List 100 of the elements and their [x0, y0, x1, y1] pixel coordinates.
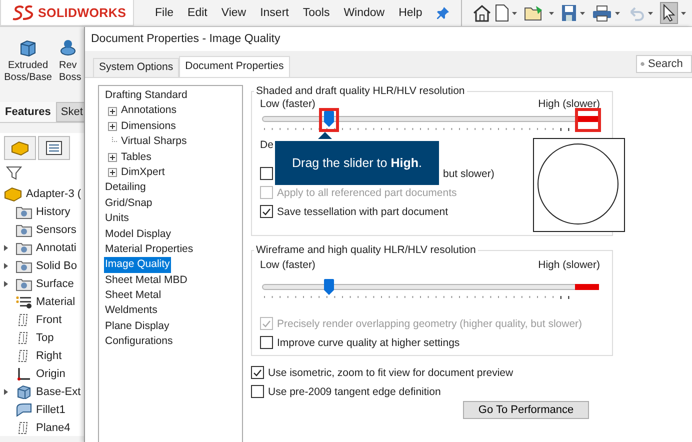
pin-icon[interactable]: [437, 7, 450, 19]
tree-item[interactable]: Front: [36, 314, 62, 326]
caret-icon[interactable]: [648, 12, 654, 14]
material-icon: [16, 295, 32, 309]
new-document-icon[interactable]: [495, 4, 510, 22]
tree-item[interactable]: Origin: [36, 368, 66, 380]
checkbox-label: but slower): [443, 168, 494, 180]
slider-max-label: High (slower): [538, 259, 600, 271]
caret-icon[interactable]: [512, 12, 518, 14]
tree-item[interactable]: Sensors: [36, 224, 76, 236]
list-icon: [46, 141, 62, 155]
menu-item[interactable]: Window: [336, 7, 392, 19]
expand-arrow-icon[interactable]: [4, 263, 8, 269]
folder-icon: [16, 223, 32, 237]
category-item[interactable]: Image Quality: [104, 257, 171, 273]
checkbox[interactable]: [251, 385, 264, 398]
tree-item[interactable]: Solid Bo: [36, 260, 77, 272]
category-item[interactable]: Sheet Metal MBD: [104, 272, 188, 288]
callout-pointer: [318, 132, 332, 139]
ribbon-tab[interactable]: Sket: [56, 102, 84, 122]
expand-arrow-icon[interactable]: [4, 281, 8, 287]
dialog-tab[interactable]: Document Properties: [179, 56, 290, 78]
caret-icon[interactable]: [580, 12, 586, 14]
category-item[interactable]: Annotations: [120, 103, 178, 119]
group-title: Shaded and draft quality HLR/HLV resolution: [255, 85, 466, 97]
menu-item[interactable]: Help: [392, 7, 430, 19]
filter-icon[interactable]: [6, 166, 22, 180]
tree-item[interactable]: History: [36, 206, 70, 218]
home-icon[interactable]: [472, 4, 492, 22]
checkbox[interactable]: [260, 205, 273, 218]
save-icon[interactable]: [561, 4, 578, 22]
checkbox-label: Apply to all referenced part documents: [277, 186, 457, 198]
category-item[interactable]: Units: [104, 211, 130, 227]
menu-item[interactable]: File: [148, 7, 181, 19]
category-item[interactable]: Plane Display: [104, 318, 170, 334]
category-item[interactable]: Detailing: [104, 180, 147, 196]
tree-item[interactable]: Annotati: [36, 242, 76, 254]
category-item[interactable]: DimXpert: [120, 164, 166, 180]
expand-icon[interactable]: [108, 168, 117, 178]
slider-min-label: Low (faster): [260, 259, 316, 271]
ribbon-tab[interactable]: Features: [0, 102, 56, 122]
expand-arrow-icon[interactable]: [4, 245, 8, 251]
tool-label[interactable]: Extruded Boss/Base: [4, 60, 52, 84]
category-item[interactable]: Weldments: [104, 303, 158, 319]
category-item[interactable]: Grid/Snap: [104, 196, 154, 212]
callout-tooltip: Drag the slider to High.: [275, 141, 439, 185]
highlight-tooltip: [575, 108, 601, 132]
expand-icon[interactable]: [108, 106, 117, 116]
property-tab[interactable]: [38, 136, 70, 160]
category-item[interactable]: Tables: [120, 150, 152, 165]
logo: SOLIDWORKS: [0, 0, 134, 26]
menu-item[interactable]: Tools: [296, 7, 337, 19]
extrude-icon[interactable]: [19, 39, 37, 57]
caret-icon[interactable]: [681, 12, 686, 14]
folder-icon: [16, 277, 32, 291]
folder-icon: [16, 205, 32, 219]
tree-item[interactable]: Right: [36, 350, 62, 362]
feature-tree-tab[interactable]: [4, 136, 36, 160]
expand-icon[interactable]: [108, 152, 117, 162]
checkbox[interactable]: [260, 336, 273, 349]
tree-item[interactable]: Surface: [36, 278, 74, 290]
part-icon: [11, 140, 29, 156]
category-item[interactable]: Drafting Standard: [104, 88, 188, 104]
checkbox[interactable]: [260, 167, 273, 180]
tree-item[interactable]: Adapter-3 (: [26, 188, 82, 200]
caret-icon[interactable]: [615, 12, 620, 14]
tool-label[interactable]: Rev Boss: [59, 60, 82, 84]
extrude-icon: [16, 385, 32, 399]
checkbox[interactable]: [251, 366, 264, 379]
slider-thumb[interactable]: [324, 279, 334, 295]
part-icon: [4, 186, 22, 202]
tree-item[interactable]: Plane4: [36, 422, 70, 434]
slider-thumb[interactable]: [324, 111, 334, 127]
checkbox-label: Use isometric, zoom to fit view for document preview: [268, 366, 514, 378]
category-item[interactable]: Sheet Metal: [104, 288, 162, 304]
caret-icon[interactable]: [549, 12, 554, 14]
category-item[interactable]: Configurations: [104, 334, 174, 350]
category-item[interactable]: Material Properties: [104, 242, 194, 258]
tree-item[interactable]: Fillet1: [36, 404, 66, 416]
highlight-tooltip: [319, 108, 340, 132]
revolve-icon[interactable]: [59, 39, 77, 57]
tree-item[interactable]: Base-Ext: [36, 386, 81, 398]
category-item[interactable]: Virtual Sharps: [120, 134, 188, 150]
tree-item[interactable]: Material: [36, 296, 76, 308]
search-box[interactable]: Search: [636, 55, 692, 73]
menu-item[interactable]: Edit: [180, 7, 214, 19]
folder-icon: [16, 241, 32, 255]
menu-item[interactable]: Insert: [253, 7, 296, 19]
category-item[interactable]: Model Display: [104, 226, 172, 242]
category-item[interactable]: Dimensions: [120, 118, 177, 134]
expand-icon[interactable]: [108, 122, 117, 131]
dialog-tab[interactable]: System Options: [93, 58, 180, 77]
select-tool[interactable]: [660, 2, 678, 24]
slider-track[interactable]: [262, 279, 599, 295]
print-icon[interactable]: [592, 4, 612, 22]
expand-arrow-icon[interactable]: [4, 389, 8, 395]
go-to-performance-button[interactable]: Go To Performance: [463, 401, 589, 419]
tree-item[interactable]: Top: [36, 332, 54, 344]
dialog-title: Document Properties - Image Quality: [90, 32, 282, 47]
menu-item[interactable]: View: [214, 7, 254, 19]
